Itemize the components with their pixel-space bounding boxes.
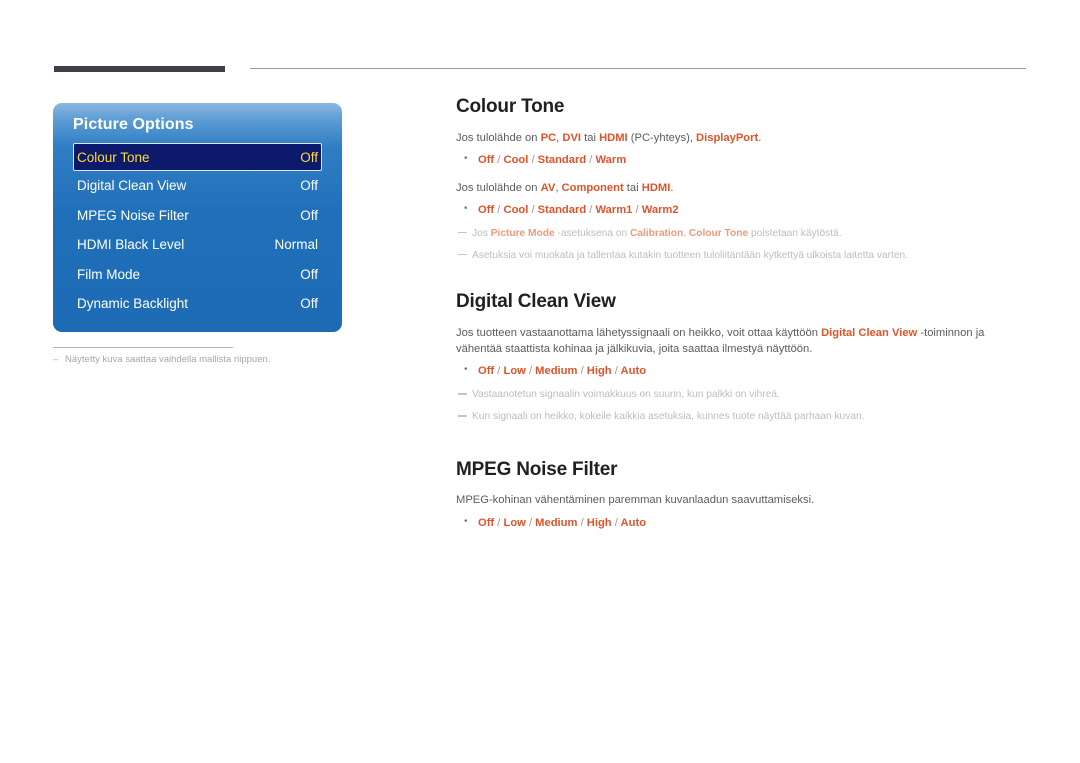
- option-value: Auto: [617, 365, 647, 378]
- colour-tone-note-1: Jos Picture Mode -asetuksena on Calibrat…: [456, 227, 1028, 241]
- option-value: Off: [478, 365, 498, 378]
- body-text: (PC-yhteys),: [627, 131, 697, 144]
- content-column: Colour Tone Jos tulolähde on PC, DVI tai…: [456, 96, 1028, 531]
- digital-clean-view-note-1: Vastaanotetun signaalin voimakkuus on su…: [456, 388, 1028, 402]
- option-value: Off: [478, 154, 498, 167]
- option-value: Off: [478, 203, 498, 216]
- highlight-term: Component: [561, 181, 624, 194]
- osd-menu-list: Colour Tone Off Digital Clean View Off MPEG …: [53, 143, 342, 319]
- section-spacer-1: [456, 263, 1028, 291]
- highlight-term: PC: [540, 131, 557, 144]
- option-value: Warm: [592, 154, 627, 167]
- highlight-term: DisplayPort: [696, 131, 759, 144]
- section-colour-tone: Colour Tone Jos tulolähde on PC, DVI tai…: [456, 96, 1028, 263]
- option-value: Cool: [500, 154, 532, 167]
- body-text: tai: [623, 181, 642, 194]
- body-text: .: [670, 181, 674, 194]
- heading-colour-tone: Colour Tone: [456, 96, 565, 117]
- colour-tone-paragraph-2: Jos tulolähde on AV, Component tai HDMI.: [456, 180, 1028, 196]
- osd-row-label: Film Mode: [77, 266, 141, 282]
- osd-row-label: Digital Clean View: [77, 178, 187, 194]
- highlight-term: Calibration: [629, 227, 684, 239]
- highlight-term: AV: [540, 181, 556, 194]
- heading-mpeg-noise-filter: MPEG Noise Filter: [456, 458, 618, 480]
- body-text: MPEG-kohinan vähentäminen paremman kuvan…: [456, 494, 815, 507]
- body-text: Jos tulolähde on: [456, 181, 541, 194]
- body-text: poistetaan käytöstä.: [748, 227, 842, 239]
- body-text: Jos tulolähde on: [456, 131, 541, 144]
- header-rule-accent: [54, 66, 225, 72]
- section-spacer-2: [456, 425, 1028, 459]
- option-value: Warm1: [592, 203, 636, 216]
- highlight-term: Picture Mode: [490, 227, 555, 239]
- body-text: tai: [581, 131, 600, 144]
- highlight-term: DVI: [562, 131, 582, 144]
- osd-row-label: MPEG Noise Filter: [77, 207, 189, 223]
- osd-picture-options-panel: Picture Options Colour Tone Off Digital Cl…: [53, 103, 342, 332]
- heading-digital-clean-view: Digital Clean View: [456, 291, 616, 313]
- option-value: Standard: [534, 203, 590, 216]
- osd-row-label: Dynamic Backlight: [77, 296, 189, 312]
- highlight-term: Digital Clean View: [821, 326, 918, 339]
- osd-row-film-mode[interactable]: Film Mode Off: [73, 260, 322, 290]
- header-rule-thin: [250, 68, 1026, 69]
- osd-row-colour-tone[interactable]: Colour Tone Off: [73, 143, 322, 171]
- digital-clean-view-note-2: Kun signaali on heikko, kokeile kaikkia …: [456, 410, 1028, 424]
- mpeg-noise-filter-paragraph-1: MPEG-kohinan vähentäminen paremman kuvan…: [456, 492, 1028, 508]
- osd-row-label: Colour Tone: [77, 149, 150, 165]
- section-digital-clean-view: Digital Clean View Jos tuotteen vastaano…: [456, 291, 1028, 425]
- option-value: High: [583, 365, 615, 378]
- option-value: Medium: [532, 365, 581, 378]
- option-value: Auto: [617, 516, 647, 529]
- osd-row-value: Normal: [274, 237, 318, 253]
- body-text: Jos: [472, 227, 491, 239]
- osd-row-value: Off: [300, 207, 318, 223]
- section-mpeg-noise-filter: MPEG Noise Filter MPEG-kohinan vähentämi…: [456, 459, 1028, 532]
- option-value: Medium: [532, 516, 581, 529]
- option-value: Off: [478, 516, 498, 529]
- colour-tone-note-2: Asetuksia voi muokata ja tallentaa kutak…: [456, 249, 1028, 263]
- body-text: Jos tuotteen vastaanottama lähetyssignaa…: [456, 326, 822, 339]
- option-value: Standard: [534, 154, 590, 167]
- digital-clean-view-options: Off / Low / Medium / High / Auto: [456, 363, 1028, 380]
- osd-row-label: HDMI Black Level: [77, 237, 185, 253]
- osd-row-value: Off: [300, 296, 318, 312]
- body-text: .: [758, 131, 762, 144]
- caption-dash: –: [53, 354, 59, 365]
- osd-caption: – Näytetty kuva saattaa vaihdella mallist…: [53, 354, 270, 365]
- osd-row-value: Off: [300, 149, 318, 165]
- highlight-term: HDMI: [599, 131, 628, 144]
- option-value: High: [583, 516, 615, 529]
- caption-rule: [53, 347, 233, 348]
- colour-tone-options-2: Off / Cool / Standard / Warm1 / Warm2: [456, 202, 1028, 219]
- option-value: Warm2: [638, 203, 679, 216]
- colour-tone-paragraph-1: Jos tulolähde on PC, DVI tai HDMI (PC-yh…: [456, 130, 1028, 146]
- colour-tone-options-1: Off / Cool / Standard / Warm: [456, 152, 1028, 169]
- osd-row-dynamic-backlight[interactable]: Dynamic Backlight Off: [73, 289, 322, 319]
- highlight-term: HDMI: [641, 181, 671, 194]
- osd-row-value: Off: [300, 266, 318, 282]
- osd-row-mpeg-noise-filter[interactable]: MPEG Noise Filter Off: [73, 201, 322, 231]
- body-text: -asetuksena on: [554, 227, 630, 239]
- digital-clean-view-paragraph-1: Jos tuotteen vastaanottama lähetyssignaa…: [456, 325, 1028, 357]
- mpeg-noise-filter-options: Off / Low / Medium / High / Auto: [456, 515, 1028, 532]
- option-value: Low: [500, 516, 529, 529]
- body-text: Kun signaali on heikko, kokeile kaikkia …: [472, 411, 865, 423]
- osd-row-hdmi-black-level[interactable]: HDMI Black Level Normal: [73, 230, 322, 260]
- caption-label: Näytetty kuva saattaa vaihdella mallista…: [65, 354, 271, 365]
- osd-row-value: Off: [300, 178, 318, 194]
- option-value: Low: [500, 365, 529, 378]
- osd-panel-title: Picture Options: [73, 116, 194, 133]
- body-text: Vastaanotetun signaalin voimakkuus on su…: [472, 389, 780, 401]
- osd-row-digital-clean-view[interactable]: Digital Clean View Off: [73, 171, 322, 201]
- highlight-term: Colour Tone: [688, 227, 749, 239]
- option-value: Cool: [500, 203, 532, 216]
- body-text: Asetuksia voi muokata ja tallentaa kutak…: [472, 249, 909, 261]
